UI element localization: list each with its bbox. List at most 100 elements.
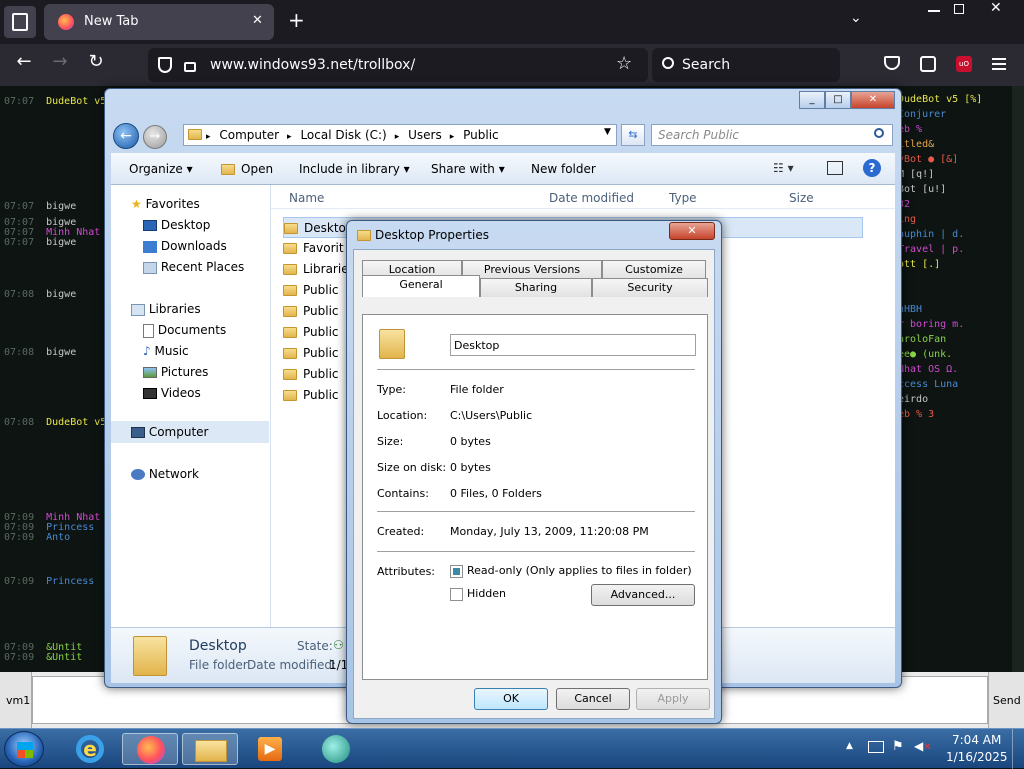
column-size[interactable]: Size — [789, 191, 814, 205]
forward-button[interactable]: → — [143, 125, 167, 149]
online-user[interactable]: DudeBot v5 [%] — [898, 94, 982, 105]
breadcrumb-item[interactable]: Computer — [219, 128, 279, 142]
explorer-search-input[interactable]: Search Public — [658, 128, 739, 142]
share-with-menu[interactable]: Share with ▾ — [431, 162, 505, 176]
show-desktop-button[interactable] — [1012, 729, 1024, 769]
online-user[interactable]: aroloFan — [898, 334, 946, 345]
nav-computer[interactable]: Computer — [111, 421, 269, 443]
clock-time[interactable]: 7:04 AM — [952, 733, 1001, 747]
tab-close-icon[interactable]: ✕ — [252, 13, 263, 28]
nav-desktop[interactable]: Desktop — [143, 218, 210, 232]
search-bar[interactable]: Search — [652, 48, 840, 82]
breadcrumb-separator-icon[interactable]: ▸ — [206, 132, 213, 142]
window-restore-icon[interactable] — [954, 4, 964, 14]
readonly-checkbox[interactable]: Read-only (Only applies to files in fold… — [450, 564, 692, 578]
chat-scrollbar[interactable] — [1012, 86, 1024, 672]
tab-previous-versions[interactable]: Previous Versions — [462, 260, 602, 279]
action-center-flag-icon[interactable]: ⚑ — [892, 739, 904, 754]
new-tab-button[interactable]: + — [288, 8, 305, 32]
taskbar-media-player-icon[interactable]: ▶ — [242, 733, 298, 765]
url-bar[interactable]: www.windows93.net/trollbox/ ☆ — [148, 48, 648, 82]
apply-button[interactable]: Apply — [636, 688, 710, 710]
tab-general[interactable]: General — [362, 275, 480, 297]
breadcrumb-separator-icon[interactable]: ▸ — [395, 132, 402, 142]
url-text[interactable]: www.windows93.net/trollbox/ — [210, 57, 415, 73]
hamburger-icon[interactable] — [992, 58, 1006, 70]
chat-nickname[interactable]: bigwe — [46, 289, 76, 300]
hidden-checkbox[interactable]: Hidden — [450, 587, 506, 601]
folder-name-value[interactable]: Desktop — [454, 339, 499, 352]
chat-nickname[interactable]: &Untit — [46, 652, 82, 663]
folder-name-field[interactable]: Desktop — [450, 334, 696, 356]
help-icon[interactable]: ? — [863, 159, 881, 177]
online-user[interactable]: Conjurer — [898, 109, 946, 120]
extensions-icon[interactable] — [920, 56, 936, 72]
ublock-icon[interactable]: uO — [956, 56, 972, 72]
explorer-search-box[interactable]: Search Public — [651, 124, 893, 146]
clock-date[interactable]: 1/16/2025 — [946, 750, 1008, 764]
close-button[interactable]: ✕ — [851, 91, 895, 109]
tab-security[interactable]: Security — [592, 278, 708, 297]
show-hidden-icons[interactable]: ▲ — [846, 741, 853, 751]
nav-music[interactable]: ♪ Music — [143, 344, 189, 358]
start-button[interactable] — [4, 731, 44, 767]
cancel-button[interactable]: Cancel — [556, 688, 630, 710]
network-tray-icon[interactable] — [868, 741, 884, 753]
online-user[interactable]: r boring m. — [898, 319, 964, 330]
lock-icon[interactable] — [184, 62, 196, 72]
nickname-box[interactable]: vm1 — [0, 672, 32, 728]
taskbar-explorer-icon[interactable] — [182, 733, 238, 765]
chat-nickname[interactable]: DudeBot v5 — [46, 417, 106, 428]
nav-recent-places[interactable]: Recent Places — [143, 260, 244, 274]
dialog-close-button[interactable]: ✕ — [669, 222, 715, 240]
online-user[interactable]: ott [.] — [898, 259, 940, 270]
taskbar-messenger-icon[interactable] — [308, 733, 364, 765]
new-folder-button[interactable]: New folder — [531, 162, 596, 176]
include-in-library-menu[interactable]: Include in library ▾ — [299, 162, 410, 176]
address-dropdown-icon[interactable]: ▼ — [604, 127, 611, 137]
chat-nickname[interactable]: bigwe — [46, 201, 76, 212]
forward-icon[interactable]: → — [46, 50, 74, 78]
libraries-node[interactable]: Libraries — [131, 302, 201, 316]
refresh-button[interactable]: ⇆ — [621, 124, 645, 146]
window-close-icon[interactable]: ✕ — [990, 0, 1002, 16]
column-type[interactable]: Type — [669, 191, 697, 205]
tab-sharing[interactable]: Sharing — [480, 278, 592, 297]
online-user[interactable]: M [q!] — [898, 169, 934, 180]
list-all-tabs-icon[interactable]: ⌄ — [850, 10, 862, 26]
back-button[interactable]: ← — [113, 123, 139, 149]
address-bar[interactable]: ▸ Computer ▸ Local Disk (C:) ▸ Users ▸ Publ… — [183, 124, 617, 146]
online-user[interactable]: auphin | d. — [898, 229, 964, 240]
nav-network[interactable]: Network — [131, 467, 199, 481]
reload-icon[interactable]: ↻ — [82, 50, 110, 78]
minimize-button[interactable]: _ — [799, 91, 825, 109]
taskbar-ie-icon[interactable]: e — [62, 733, 118, 765]
online-user[interactable]: Bot [u!] — [898, 184, 946, 195]
tracking-shield-icon[interactable] — [158, 57, 172, 73]
favorites-node[interactable]: ★ Favorites — [131, 197, 200, 211]
nav-pictures[interactable]: Pictures — [143, 365, 208, 379]
chat-nickname[interactable]: bigwe — [46, 237, 76, 248]
chat-nickname[interactable]: DudeBot v5 — [46, 96, 106, 107]
nav-downloads[interactable]: Downloads — [143, 239, 227, 253]
advanced-button[interactable]: Advanced... — [591, 584, 695, 606]
search-input[interactable]: Search — [682, 57, 730, 73]
online-user[interactable]: eb % 3 — [898, 409, 934, 420]
nav-videos[interactable]: Videos — [143, 386, 201, 400]
window-minimize-icon[interactable] — [928, 10, 940, 12]
ok-button[interactable]: OK — [474, 688, 548, 710]
online-user[interactable]: ccess Luna — [898, 379, 958, 390]
online-user[interactable]: ee● (unk. — [898, 349, 952, 360]
taskbar-firefox-icon[interactable] — [122, 733, 178, 765]
tab-customize[interactable]: Customize — [602, 260, 706, 279]
firefox-view-icon[interactable] — [4, 6, 36, 38]
organize-menu[interactable]: Organize ▾ — [129, 162, 193, 176]
column-name[interactable]: Name — [289, 191, 324, 205]
breadcrumb-item[interactable]: Local Disk (C:) — [300, 128, 386, 142]
view-options-icon[interactable]: ☷ ▾ — [773, 161, 794, 175]
nav-documents[interactable]: Documents — [143, 323, 226, 338]
chat-nickname[interactable]: Anto — [46, 532, 70, 543]
tab-new-tab[interactable]: New Tab ✕ — [44, 4, 274, 40]
breadcrumb-separator-icon[interactable]: ▸ — [287, 132, 294, 142]
bookmark-star-icon[interactable]: ☆ — [616, 53, 632, 74]
